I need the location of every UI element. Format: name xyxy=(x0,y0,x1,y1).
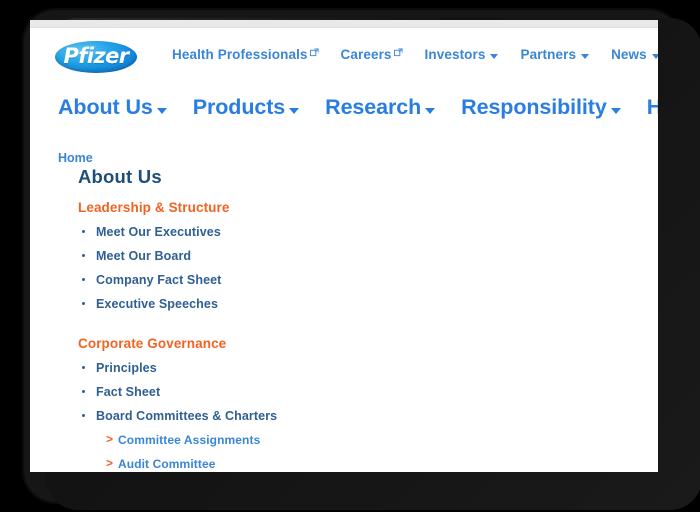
utility-nav-item-investors[interactable]: Investors xyxy=(425,48,499,62)
list-item[interactable]: Principles xyxy=(78,361,638,375)
section-leadership-and-structure: Leadership & Structure Meet Our Executiv… xyxy=(78,200,638,321)
main-nav-item-research[interactable]: Research xyxy=(325,95,436,120)
bullet-icon xyxy=(82,390,85,393)
main-nav-label: Responsibility xyxy=(461,95,607,120)
utility-nav-label: Investors xyxy=(424,47,486,63)
breadcrumb: Home xyxy=(58,149,93,167)
link-meet-our-board[interactable]: Meet Our Board xyxy=(96,249,191,263)
bullet-icon xyxy=(82,254,85,257)
link-meet-our-executives[interactable]: Meet Our Executives xyxy=(96,225,221,239)
link-principles[interactable]: Principles xyxy=(96,361,157,375)
link-fact-sheet[interactable]: Fact Sheet xyxy=(96,385,160,399)
main-nav-label: Products xyxy=(192,95,286,120)
utility-nav-item-partners[interactable]: Partners xyxy=(520,47,590,63)
chevron-right-icon: > xyxy=(106,432,114,446)
chevron-down-icon xyxy=(490,53,499,59)
main-navigation-bar: About Us Products Research Responsibilit… xyxy=(30,84,658,132)
list-item[interactable]: Executive Speeches xyxy=(78,297,638,311)
utility-navigation-bar: Pfizer Health Professionals Careers Inve… xyxy=(30,28,658,84)
link-board-committees-and-charters[interactable]: Board Committees & Charters xyxy=(96,409,277,423)
breadcrumb-item-home[interactable]: Home xyxy=(58,151,93,165)
list-item[interactable]: Fact Sheet xyxy=(78,385,638,399)
utility-nav-item-news[interactable]: News xyxy=(611,48,658,62)
sub-list-item[interactable]: > Audit Committee xyxy=(78,456,638,471)
chevron-down-icon xyxy=(289,108,300,114)
bullet-icon xyxy=(82,230,85,233)
chevron-down-icon xyxy=(610,108,621,114)
link-company-fact-sheet[interactable]: Company Fact Sheet xyxy=(96,273,221,287)
main-nav-item-about-us[interactable]: About Us xyxy=(58,97,167,119)
section-corporate-governance: Corporate Governance Principles Fact She… xyxy=(78,336,638,472)
list-item[interactable]: Meet Our Executives xyxy=(78,225,638,239)
page-title: About Us xyxy=(78,166,162,187)
external-link-icon xyxy=(309,47,319,57)
section-heading: Corporate Governance xyxy=(78,336,227,351)
main-nav-item-responsibility[interactable]: Responsibility xyxy=(461,97,621,119)
utility-nav-item-health-professionals[interactable]: Health Professionals xyxy=(172,47,319,63)
main-nav-item-products[interactable]: Products xyxy=(192,95,300,120)
section-heading: Leadership & Structure xyxy=(78,200,230,215)
bullet-icon xyxy=(82,302,85,305)
main-nav-label: Health & Wel xyxy=(646,95,658,120)
list-item[interactable]: Company Fact Sheet xyxy=(78,273,638,287)
chevron-down-icon xyxy=(651,53,658,59)
main-nav-label: About Us xyxy=(58,95,153,120)
list-item[interactable]: Meet Our Board xyxy=(78,249,638,263)
bullet-icon xyxy=(82,414,85,417)
list-item[interactable]: Board Committees & Charters xyxy=(78,409,638,423)
link-audit-committee[interactable]: Audit Committee xyxy=(118,457,216,471)
link-committee-assignments[interactable]: Committee Assignments xyxy=(118,433,260,447)
utility-nav-label: News xyxy=(611,47,647,63)
utility-nav-item-careers[interactable]: Careers xyxy=(340,47,403,63)
chevron-down-icon xyxy=(581,53,590,59)
browser-viewport: Pfizer Health Professionals Careers Inve… xyxy=(30,20,658,472)
link-list: Meet Our Executives Meet Our Board Compa… xyxy=(78,225,638,311)
main-nav-label: Research xyxy=(325,95,422,120)
chevron-down-icon xyxy=(156,108,167,114)
pfizer-logo-wordmark: Pfizer xyxy=(63,43,130,68)
link-executive-speeches[interactable]: Executive Speeches xyxy=(96,297,218,311)
chevron-right-icon: > xyxy=(106,456,114,470)
utility-nav-label: Health Professionals xyxy=(172,47,308,63)
page-top-strip xyxy=(30,20,658,28)
bullet-icon xyxy=(82,366,85,369)
utility-nav-label: Partners xyxy=(520,47,577,63)
chevron-down-icon xyxy=(425,108,436,114)
pfizer-logo[interactable]: Pfizer xyxy=(55,41,137,73)
sub-list-item[interactable]: > Committee Assignments xyxy=(78,432,638,447)
utility-nav-links: Health Professionals Careers Investors P… xyxy=(172,47,658,63)
link-list: Principles Fact Sheet Board Committees &… xyxy=(78,361,638,471)
bullet-icon xyxy=(82,278,85,281)
utility-nav-label: Careers xyxy=(340,47,392,63)
external-link-icon xyxy=(393,47,403,57)
main-nav-item-health-and-wellness[interactable]: Health & Wel xyxy=(647,97,658,119)
